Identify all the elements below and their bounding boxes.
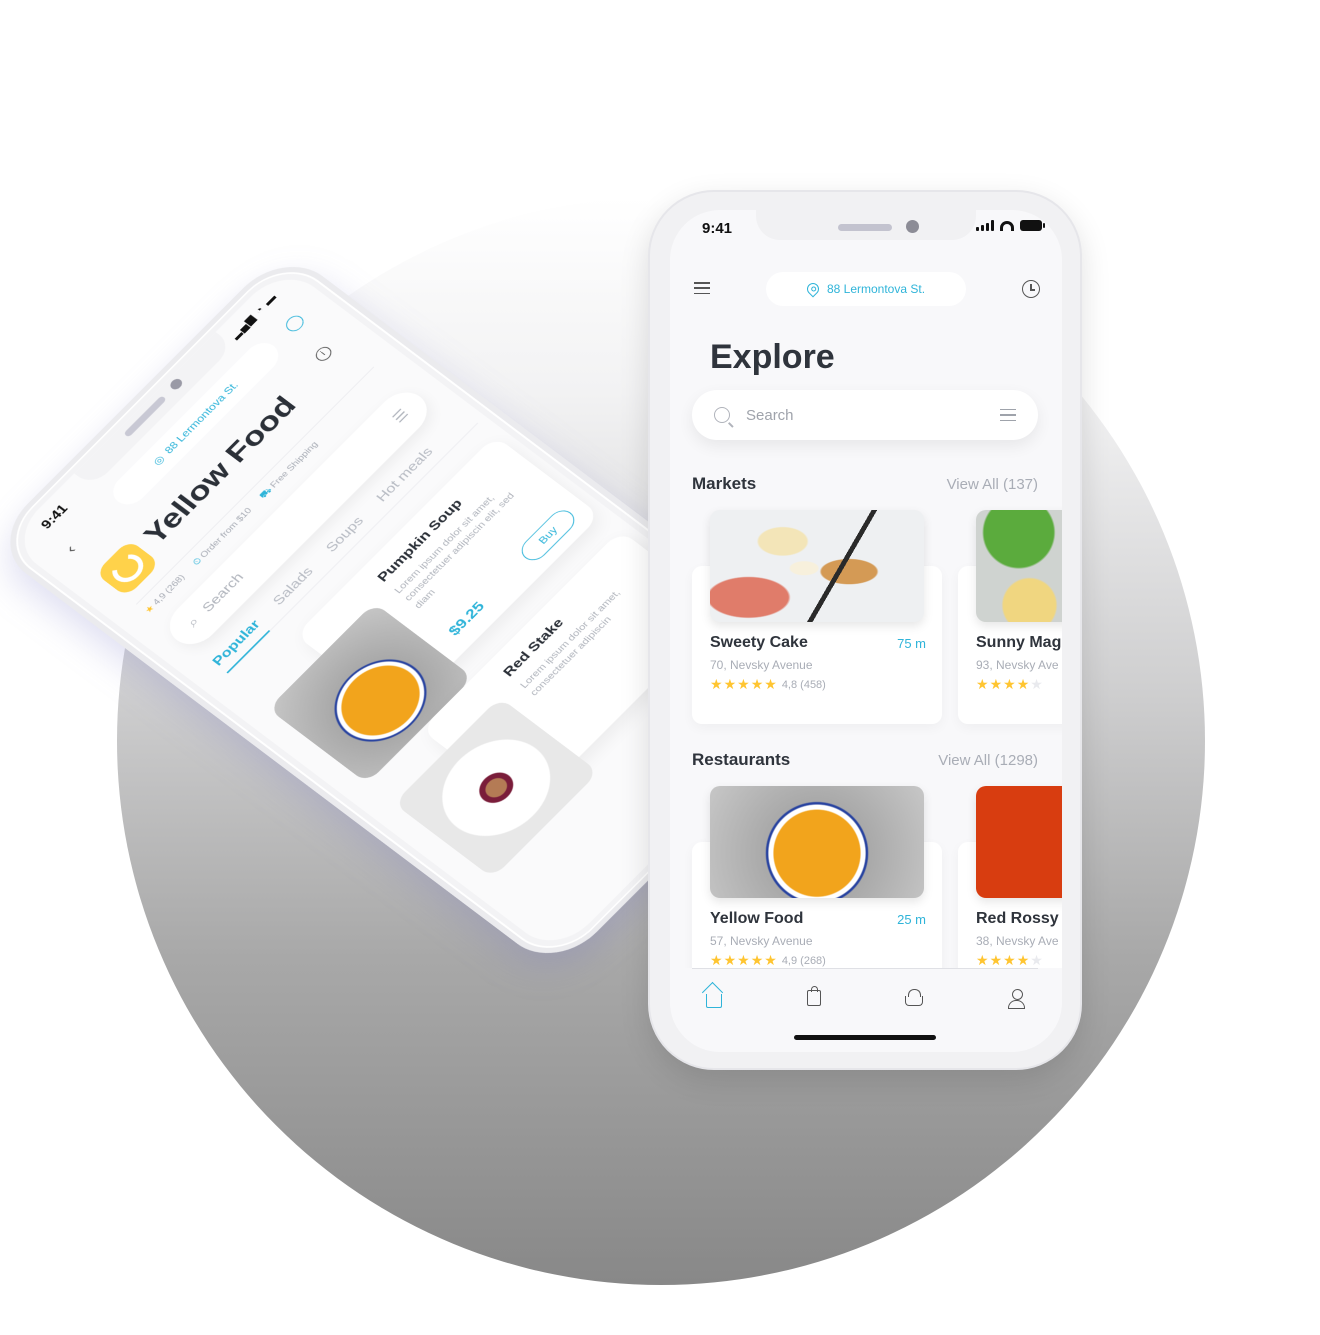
clock-icon[interactable] (282, 312, 308, 335)
star-empty-icon: ★ (1030, 676, 1044, 692)
market-name: Sweety Cake (710, 634, 808, 651)
restaurants-section-header: Restaurants View All (1298) (692, 750, 1038, 770)
view-all-markets-link[interactable]: View All (137) (947, 476, 1038, 493)
info-icon[interactable]: i (312, 344, 335, 364)
market-name: Sunny Mag (976, 634, 1062, 651)
star-filled-icon: ★ (1003, 952, 1017, 968)
star-filled-icon: ★ (723, 952, 738, 968)
search-icon (714, 407, 730, 423)
star-icon: ★ (143, 603, 157, 616)
star-filled-icon: ★ (737, 676, 751, 692)
camera (906, 220, 919, 233)
restaurant-address: 57, Nevsky Avenue (710, 934, 813, 948)
star-filled-icon: ★ (750, 952, 765, 968)
markets-carousel: Sweety Cake 75 m 70, Nevsky Avenue ★★★★★… (692, 510, 1062, 730)
star-filled-icon: ★ (710, 952, 724, 968)
restaurant-image (710, 786, 924, 898)
search-bar (692, 390, 1038, 440)
rating-value: 4,9 (268) (781, 954, 826, 967)
market-image (710, 510, 924, 622)
restaurant-image (976, 786, 1062, 898)
star-filled-icon: ★ (750, 676, 765, 692)
wifi-icon (1000, 220, 1014, 231)
signal-icon (976, 220, 994, 231)
search-input[interactable] (746, 406, 984, 424)
market-address: 93, Nevsky Ave (976, 658, 1059, 672)
buy-button[interactable]: Buy (516, 505, 580, 565)
market-rating: ★★★★★ 4,8 (458) (710, 676, 826, 693)
dish-price: $9.25 (445, 598, 488, 639)
star-filled-icon: ★ (764, 676, 778, 692)
market-card[interactable]: Sweety Cake 75 m 70, Nevsky Avenue ★★★★★… (692, 510, 942, 724)
market-address: 70, Nevsky Avenue (710, 658, 813, 672)
star-rating-icon: ★★★★★ (976, 952, 1044, 969)
section-title: Restaurants (692, 750, 791, 769)
front-phone-mockup: 9:41 88 Lermontova St. Explore Markets V… (648, 190, 1082, 1070)
markets-section-header: Markets View All (137) (692, 474, 1038, 494)
star-rating-icon: ★★★★★ (976, 676, 1044, 693)
speaker (838, 224, 892, 231)
battery-icon (1020, 220, 1045, 231)
tab-salads[interactable]: Salads (270, 565, 316, 609)
user-icon[interactable] (1007, 989, 1026, 1009)
market-rating: ★★★★★ (976, 676, 1044, 693)
location-pin-icon: ◎ (150, 453, 168, 468)
star-rating-icon: ★★★★★ (710, 676, 778, 693)
star-filled-icon: ★ (1003, 676, 1017, 692)
home-indicator[interactable] (794, 1035, 936, 1040)
tab-bar (670, 968, 1062, 1028)
section-title: Markets (692, 474, 757, 493)
tab-bar-divider (692, 968, 1038, 969)
shopping-bag-icon[interactable] (806, 986, 821, 1006)
star-filled-icon: ★ (723, 676, 738, 692)
star-filled-icon: ★ (976, 952, 990, 968)
rating-value: 4,9 (268) (151, 573, 188, 607)
home-icon[interactable] (706, 994, 722, 1008)
page-title: Explore (710, 338, 835, 376)
menu-icon[interactable] (694, 282, 710, 294)
basket-icon[interactable] (905, 989, 924, 1006)
star-filled-icon: ★ (737, 952, 751, 968)
address-pill[interactable]: 88 Lermontova St. (766, 272, 966, 306)
star-filled-icon: ★ (976, 676, 990, 692)
star-filled-icon: ★ (989, 952, 1004, 968)
search-icon: ⌕ (184, 614, 203, 630)
explore-screen: 9:41 88 Lermontova St. Explore Markets V… (670, 210, 1062, 1052)
back-chevron-icon[interactable]: ‹ (62, 542, 80, 557)
market-image (976, 510, 1062, 622)
filter-icon[interactable] (1000, 409, 1016, 421)
star-filled-icon: ★ (989, 676, 1004, 692)
clock-icon[interactable] (1022, 280, 1040, 298)
camera (167, 376, 185, 392)
status-time: 9:41 (702, 220, 733, 237)
star-filled-icon: ★ (764, 952, 778, 968)
location-pin-icon (804, 280, 822, 298)
restaurant-rating: ★★★★★ (976, 952, 1044, 969)
star-filled-icon: ★ (1016, 676, 1031, 692)
filter-icon[interactable]: ☰ (389, 406, 412, 426)
star-filled-icon: ★ (1016, 952, 1031, 968)
restaurant-name: Red Rossy (976, 910, 1059, 927)
tab-soups[interactable]: Soups (323, 514, 367, 555)
star-rating-icon: ★★★★★ (710, 952, 778, 969)
restaurant-address: 38, Nevsky Ave (976, 934, 1059, 948)
restaurant-name: Yellow Food (710, 910, 804, 927)
view-all-restaurants-link[interactable]: View All (1298) (938, 752, 1038, 769)
address-label: 88 Lermontova St. (826, 282, 926, 296)
market-distance: 75 m (897, 636, 926, 651)
restaurant-distance: 25 m (897, 912, 926, 927)
rating-value: 4,8 (458) (781, 678, 826, 691)
status-icons (976, 220, 1045, 231)
star-empty-icon: ★ (1030, 952, 1044, 968)
star-filled-icon: ★ (710, 676, 724, 692)
market-card[interactable]: Sunny Mag 93, Nevsky Ave ★★★★★ (958, 510, 1062, 724)
status-time: 9:41 (38, 501, 71, 532)
restaurant-rating: ★★★★★ 4,9 (268) (710, 952, 826, 969)
